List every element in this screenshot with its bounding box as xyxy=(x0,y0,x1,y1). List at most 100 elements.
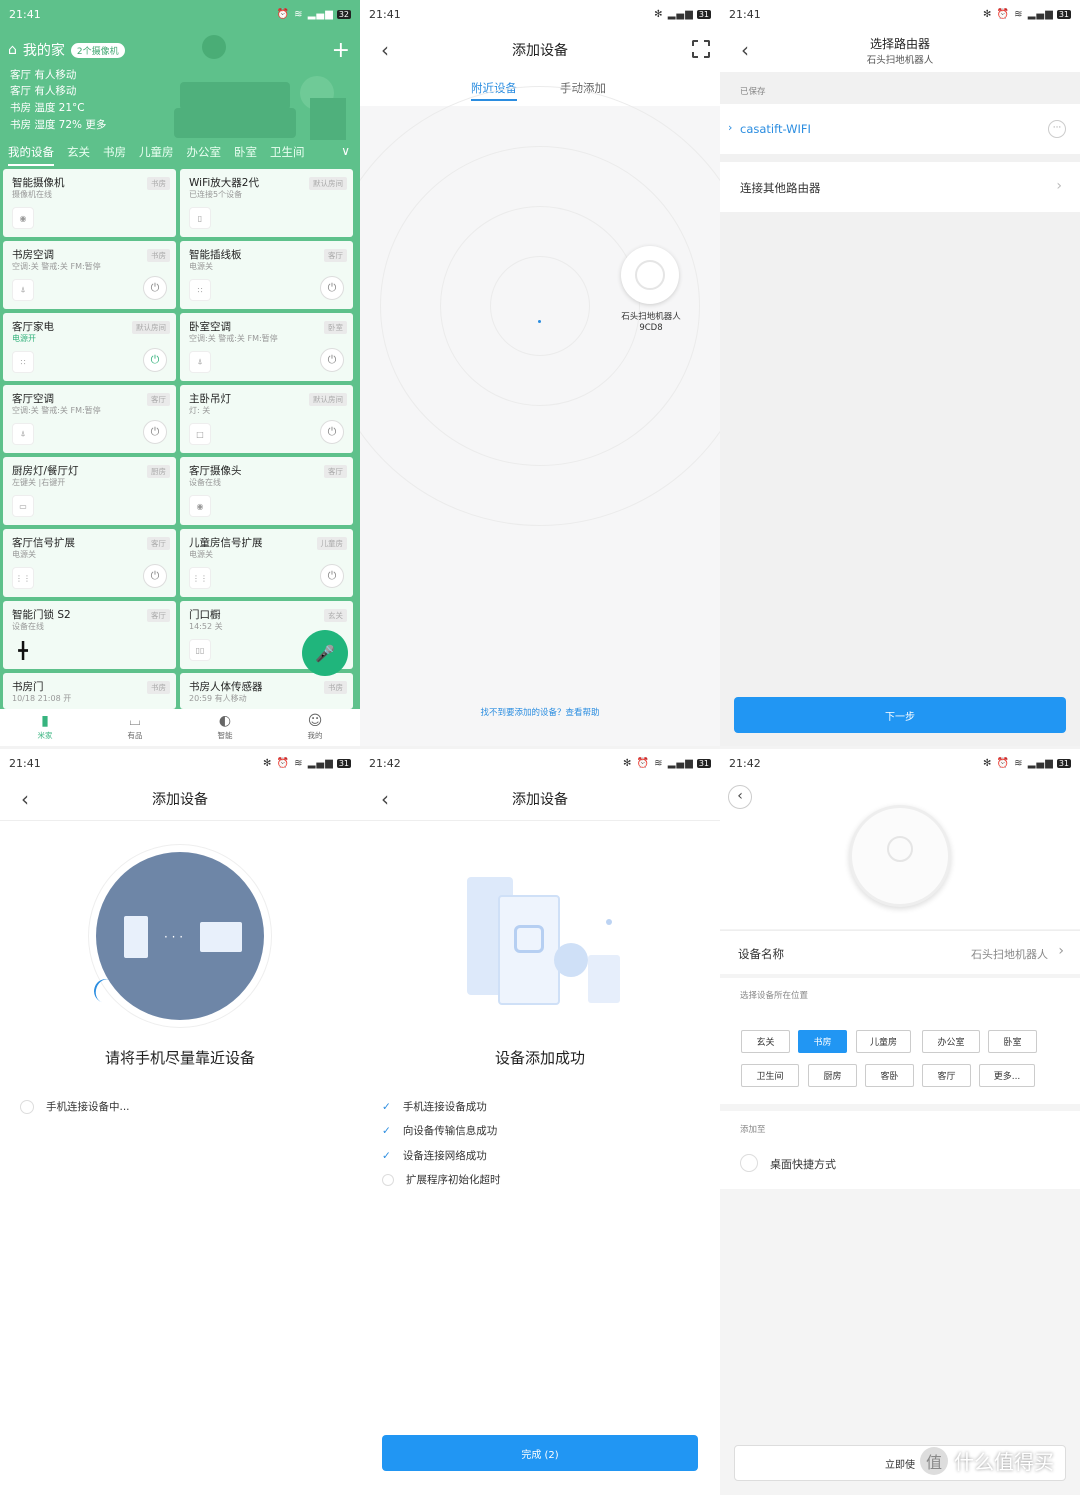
step-row: 扩展程序初始化超时 xyxy=(382,1172,501,1187)
shortcut-checkbox[interactable] xyxy=(740,1154,758,1172)
room-tag: 默认房间 xyxy=(132,321,170,334)
add-device-scan-screen: 21:41 ✻ ▂▄▆ 31 ‹ 添加设备 附近设备 手动添加 石头扫地机器人9… xyxy=(360,0,720,746)
battery-indicator: 31 xyxy=(336,758,351,768)
saved-wifi-row[interactable]: › casatift-WIFI ··· xyxy=(720,104,1080,154)
device-name: 门口橱 xyxy=(189,609,221,621)
device-card[interactable]: 智能门锁 S2 设备在线 客厅 ╋ xyxy=(3,601,176,669)
checkmark-icon: ✓ xyxy=(382,1125,391,1137)
power-icon[interactable]: ⏻ xyxy=(320,348,344,372)
device-card[interactable]: 客厅空调 空调:关 警戒:关 FM:暂停 客厅 ⍋ ⏻ xyxy=(3,385,176,453)
room-option[interactable]: 办公室 xyxy=(922,1030,980,1053)
page-subtitle: 石头扫地机器人 xyxy=(866,54,934,66)
room-option[interactable]: 客卧 xyxy=(865,1064,914,1087)
loading-spinner-icon xyxy=(20,1099,34,1114)
nav-profile[interactable]: ☺ 我的 xyxy=(270,709,360,746)
robot-vacuum-icon xyxy=(635,260,665,290)
tab-bedroom[interactable]: 卧室 xyxy=(234,144,257,166)
back-arrow-icon[interactable]: ‹ xyxy=(728,785,752,809)
device-card[interactable]: 智能插线板 电源关 客厅 ∷ ⏻ xyxy=(180,241,353,309)
home-title: 我的家 xyxy=(22,43,65,59)
room-option[interactable]: 卧室 xyxy=(988,1030,1037,1053)
chevron-down-icon[interactable]: ∨ xyxy=(341,144,350,158)
device-card[interactable]: 书房人体传感器 20:59 有人移动 书房 xyxy=(180,673,353,709)
camera-badge[interactable]: 2个摄像机 xyxy=(70,42,125,58)
power-strip-icon: ∷ xyxy=(12,351,34,373)
other-router-row[interactable]: 连接其他路由器 › xyxy=(720,162,1080,212)
room-option[interactable]: 厨房 xyxy=(808,1064,857,1087)
room-option[interactable]: 书房 xyxy=(798,1030,847,1053)
sofa-illustration xyxy=(180,82,290,110)
device-card[interactable]: 书房门 10/18 21:08 开 书房 xyxy=(3,673,176,709)
wifi-name: casatift-WIFI xyxy=(740,122,811,136)
status-bar: 21:41 ✻ ⏰ ≋ ▂▄▆ 31 xyxy=(0,749,360,777)
tab-study[interactable]: 书房 xyxy=(103,144,126,166)
voice-microphone-button[interactable]: 🎤 xyxy=(302,630,348,676)
room-tag: 客厅 xyxy=(147,609,170,622)
room-tag: 书房 xyxy=(147,177,170,190)
more-options-icon[interactable]: ··· xyxy=(1048,120,1066,138)
device-card[interactable]: 厨房灯/餐厅灯 左键关 |右键开 厨房 ▭ xyxy=(3,457,176,525)
door-lock-icon: ╋ xyxy=(18,640,28,660)
power-icon[interactable]: ⏻ xyxy=(320,564,344,588)
room-tag: 客厅 xyxy=(324,249,347,262)
robot-vacuum-device[interactable] xyxy=(621,246,679,304)
device-name: 厨房灯/餐厅灯 xyxy=(12,465,79,477)
power-icon[interactable]: ⏻ xyxy=(143,564,167,588)
device-card[interactable]: 客厅摄像头 设备在线 客厅 ◉ xyxy=(180,457,353,525)
room-option[interactable]: 卫生间 xyxy=(741,1064,799,1087)
help-link[interactable]: 找不到要添加的设备？查看帮助 xyxy=(360,706,720,718)
power-icon[interactable]: ⏻ xyxy=(320,420,344,444)
nav-smart[interactable]: ◐ 智能 xyxy=(180,709,270,746)
heading: 设备添加成功 xyxy=(494,1049,585,1067)
device-card[interactable]: 儿童房信号扩展 电源关 儿童房 ⋮⋮ ⏻ xyxy=(180,529,353,597)
location-section: 选择设备所在位置 玄关 书房 儿童房 办公室 卧室 卫生间 厨房 客卧 客厅 更… xyxy=(720,978,1080,1104)
tab-kids-room[interactable]: 儿童房 xyxy=(139,144,174,166)
status-bar: 21:41 ⏰ ≋ ▂▄▆ 32 xyxy=(0,0,360,28)
power-icon[interactable]: ⏻ xyxy=(143,348,167,372)
power-icon[interactable]: ⏻ xyxy=(143,420,167,444)
device-status: 电源开 xyxy=(12,334,36,343)
tab-bathroom[interactable]: 卫生间 xyxy=(270,144,305,166)
robot-vacuum-icon xyxy=(849,805,951,907)
device-card[interactable]: 卧室空调 空调:关 警戒:关 FM:暂停 卧室 ⍋ ⏻ xyxy=(180,313,353,381)
tab-entrance[interactable]: 玄关 xyxy=(67,144,90,166)
smart-icon: ◐ xyxy=(218,713,232,729)
power-icon[interactable]: ⏻ xyxy=(320,276,344,300)
status-time: 21:42 xyxy=(729,756,761,770)
device-card[interactable]: 客厅信号扩展 电源关 客厅 ⋮⋮ ⏻ xyxy=(3,529,176,597)
device-card[interactable]: 智能摄像机 摄像机在线 书房 ◉ xyxy=(3,169,176,237)
device-name: 智能门锁 S2 xyxy=(12,609,71,621)
plug-icon: ⋮⋮ xyxy=(189,567,211,589)
power-icon[interactable]: ⏻ xyxy=(143,276,167,300)
back-arrow-icon[interactable]: ‹ xyxy=(370,777,400,821)
room-option[interactable]: 更多... xyxy=(979,1064,1035,1087)
scan-qr-icon[interactable] xyxy=(692,40,710,58)
done-button[interactable]: 完成 (2) xyxy=(382,1435,698,1471)
tab-office[interactable]: 办公室 xyxy=(187,144,222,166)
device-card[interactable]: WiFi放大器2代 已连接5个设备 默认房间 ▯ xyxy=(180,169,353,237)
nav-mijia[interactable]: ▮ 米家 xyxy=(0,709,90,746)
device-name-row[interactable]: 设备名称 石头扫地机器人 › xyxy=(720,930,1080,974)
nav-youpin[interactable]: ⌴ 有品 xyxy=(90,709,180,746)
back-arrow-icon[interactable]: ‹ xyxy=(730,28,760,72)
room-option[interactable]: 玄关 xyxy=(741,1030,790,1053)
next-button[interactable]: 下一步 xyxy=(734,697,1066,733)
device-card[interactable]: 书房空调 空调:关 警戒:关 FM:暂停 书房 ⍋ ⏻ xyxy=(3,241,176,309)
home-selector[interactable]: ⌂ 我的家 2个摄像机 xyxy=(8,40,125,60)
device-card[interactable]: 客厅家电 电源开 默认房间 ∷ ⏻ xyxy=(3,313,176,381)
room-option[interactable]: 客厅 xyxy=(922,1064,971,1087)
nav-label: 我的 xyxy=(307,731,323,740)
back-arrow-icon[interactable]: ‹ xyxy=(10,777,40,821)
ac-companion-icon: ⍋ xyxy=(189,351,211,373)
back-arrow-icon[interactable]: ‹ xyxy=(370,28,400,72)
add-device-button[interactable]: + xyxy=(332,38,350,63)
tab-my-devices[interactable]: 我的设备 xyxy=(8,144,54,166)
ac-companion-icon: ⍋ xyxy=(12,279,34,301)
battery-indicator: 31 xyxy=(1056,758,1071,768)
watermark: 值 什么值得买 xyxy=(920,1446,1054,1475)
status-bar: 21:41 ✻ ⏰ ≋ ▂▄▆ 31 xyxy=(720,0,1080,28)
chevron-right-icon: › xyxy=(728,121,733,134)
status-icons: ✻ ⏰ ≋ ▂▄▆ xyxy=(622,757,694,769)
room-option[interactable]: 儿童房 xyxy=(856,1030,911,1053)
device-card[interactable]: 主卧吊灯 灯: 关 默认房间 □ ⏻ xyxy=(180,385,353,453)
